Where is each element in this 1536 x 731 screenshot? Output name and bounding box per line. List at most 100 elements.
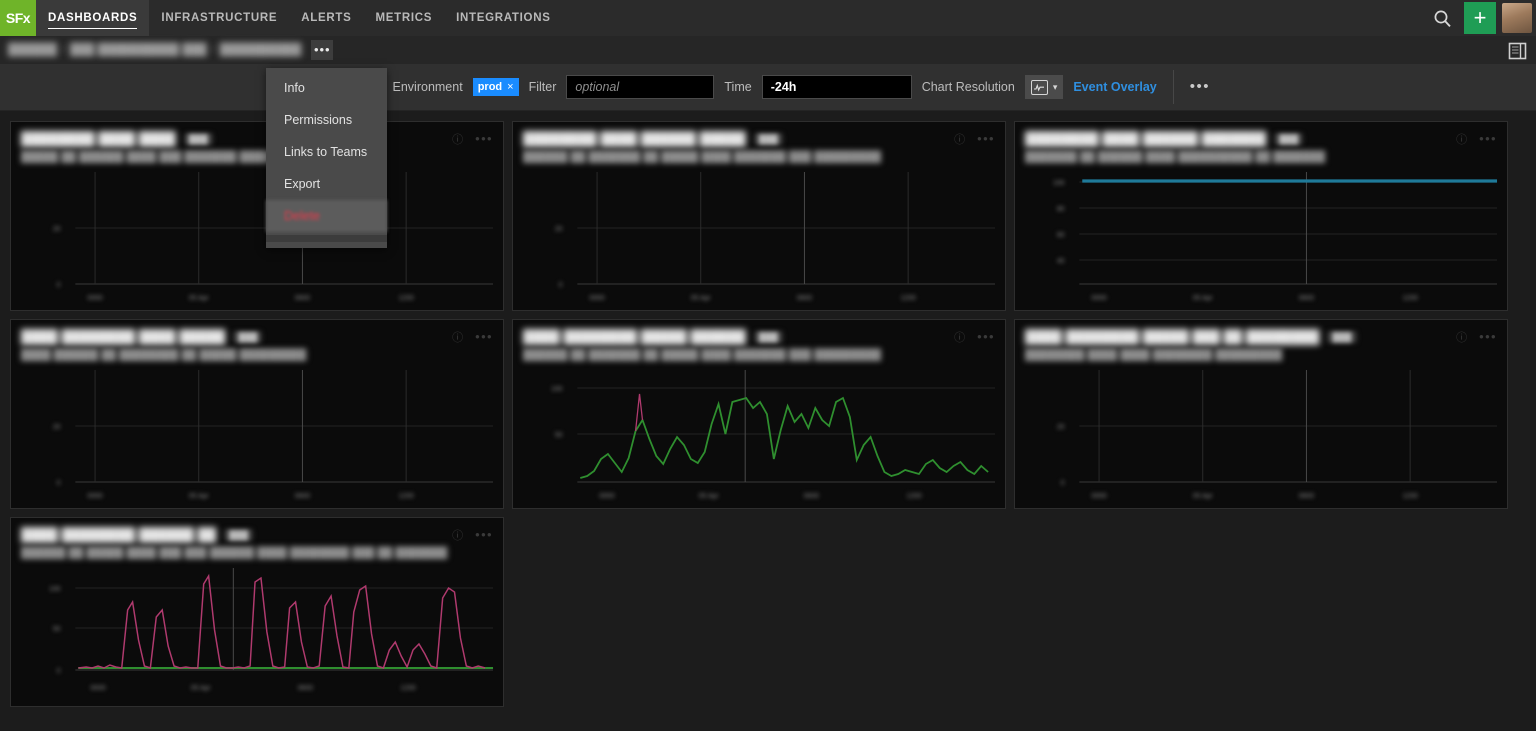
svg-text:0: 0 [57, 282, 61, 289]
add-button[interactable]: + [1464, 2, 1496, 34]
chart-description: ██████ ██ ███████ ██ █████ ████ ███████ … [523, 349, 995, 361]
top-navigation-bar: SFx DASHBOARDS INFRASTRUCTURE ALERTS MET… [0, 0, 1536, 36]
chart-resolution-dropdown[interactable]: ▾ [1025, 75, 1064, 99]
sfx-logo[interactable]: SFx [0, 0, 36, 36]
svg-text:0000: 0000 [87, 493, 102, 500]
chart-menu-button[interactable]: ••• [977, 136, 995, 141]
environment-label: Environment [393, 80, 463, 94]
svg-text:05 Apr: 05 Apr [191, 685, 212, 692]
sidebar-toggle-icon[interactable] [1506, 40, 1528, 61]
svg-text:40: 40 [1057, 258, 1065, 265]
info-icon[interactable]: ⓘ [954, 329, 965, 345]
chart-badge: ███ [754, 331, 783, 343]
chart-description: ██████ ██ █████ ████ ███ ███ ██████ ████… [21, 547, 493, 559]
menu-item-links-to-teams[interactable]: Links to Teams [266, 136, 387, 168]
menu-item-export[interactable]: Export [266, 168, 387, 200]
chart-menu-button[interactable]: ••• [1479, 136, 1497, 141]
filter-label: Filter [529, 80, 557, 94]
svg-text:20: 20 [555, 226, 563, 233]
toolbar-divider [1173, 70, 1174, 104]
nav-item-integrations[interactable]: INTEGRATIONS [444, 0, 562, 36]
info-icon[interactable]: ⓘ [1456, 131, 1467, 147]
chart-plot-area[interactable]: 20 0 0000 05 Apr 0600 1200 [523, 166, 997, 306]
chart-card[interactable]: ████████ ████ ████ ███ ⓘ ••• █████ ██ ██… [10, 121, 504, 311]
chart-resolution-icon [1031, 80, 1048, 95]
chart-card[interactable]: ████ ████████ █████ ██████ ███ ⓘ ••• ███… [512, 319, 1006, 509]
breadcrumb-item-1[interactable]: ███ ██████████ ███ [70, 44, 207, 56]
breadcrumb-item-0[interactable]: ██████ [8, 44, 57, 56]
chart-card-header: ████████ ████ ██████ █████ ███ ⓘ ••• [523, 130, 995, 147]
chart-card[interactable]: ████ ████████ █████ ███ ██ ████████ ███ … [1014, 319, 1508, 509]
chart-card[interactable]: ████ ████████ ████ █████ ███ ⓘ ••• ████ … [10, 319, 504, 509]
svg-text:1200: 1200 [1402, 295, 1417, 302]
chart-card-header: ████ ████████ ████ █████ ███ ⓘ ••• [21, 328, 493, 345]
search-icon[interactable] [1422, 0, 1462, 36]
menu-item-info[interactable]: Info [266, 72, 387, 104]
svg-text:05 Apr: 05 Apr [699, 493, 720, 500]
svg-text:0000: 0000 [1091, 493, 1106, 500]
chart-card[interactable]: ████████ ████ ██████ █████ ███ ⓘ ••• ███… [512, 121, 1006, 311]
menu-item-permissions[interactable]: Permissions [266, 104, 387, 136]
dashboard-context-menu: Info Permissions Links to Teams Export D… [266, 68, 387, 248]
breadcrumb-bar: ██████ / ███ ██████████ ███ / ██████████… [0, 36, 1536, 64]
chart-plot-area[interactable]: 20 0 0000 05 Apr 0600 1200 [1025, 364, 1499, 504]
chart-card-actions: ⓘ ••• [452, 527, 493, 543]
svg-text:0600: 0600 [804, 493, 819, 500]
info-icon[interactable]: ⓘ [452, 131, 463, 147]
time-input[interactable] [762, 75, 912, 99]
info-icon[interactable]: ⓘ [452, 329, 463, 345]
event-overlay-link[interactable]: Event Overlay [1073, 80, 1156, 94]
chart-description: ██████ ██ ███████ ██ █████ ████ ███████ … [523, 151, 995, 163]
chart-menu-button[interactable]: ••• [1479, 334, 1497, 339]
chart-menu-button[interactable]: ••• [977, 334, 995, 339]
chart-menu-button[interactable]: ••• [475, 136, 493, 141]
chart-title: ████ ████████ ████ █████ [21, 329, 225, 344]
breadcrumb-item-2[interactable]: ██████████ [220, 44, 301, 56]
chart-card-header: ████████ ████ ██████ ███████ ███ ⓘ ••• [1025, 130, 1497, 147]
dashboard-menu-button[interactable]: ••• [311, 40, 333, 60]
nav-item-infrastructure[interactable]: INFRASTRUCTURE [149, 0, 289, 36]
chart-plot-area[interactable]: 100 50 0000 05 Apr 0600 1200 [523, 364, 997, 504]
info-icon[interactable]: ⓘ [954, 131, 965, 147]
chart-card-actions: ⓘ ••• [1456, 131, 1497, 147]
chart-badge: ███ [1274, 133, 1303, 145]
chart-plot-area[interactable]: 100 80 60 40 0000 05 Apr 0600 1200 [1025, 166, 1499, 306]
svg-text:0: 0 [1061, 480, 1065, 487]
menu-item-delete[interactable]: Delete [266, 200, 387, 232]
close-icon[interactable]: × [507, 81, 513, 93]
nav-item-alerts[interactable]: ALERTS [289, 0, 363, 36]
chart-menu-button[interactable]: ••• [475, 334, 493, 339]
chart-card-actions: ⓘ ••• [452, 131, 493, 147]
nav-item-metrics[interactable]: METRICS [363, 0, 444, 36]
chart-plot-area[interactable]: 20 0 0000 05 Apr 0600 1200 [21, 166, 495, 306]
chart-card-header: ████ ████████ █████ ███ ██ ████████ ███ … [1025, 328, 1497, 345]
toolbar-more-button[interactable]: ••• [1184, 84, 1216, 90]
svg-text:100: 100 [1053, 180, 1065, 187]
svg-text:20: 20 [53, 226, 61, 233]
chart-title: ████ ████████ █████ ███ ██ ████████ [1025, 329, 1319, 344]
svg-text:05 Apr: 05 Apr [1193, 493, 1214, 500]
svg-text:0600: 0600 [298, 685, 313, 692]
dashboard-chart-grid: ████████ ████ ████ ███ ⓘ ••• █████ ██ ██… [0, 111, 1536, 713]
svg-text:0: 0 [57, 480, 61, 487]
chart-card-header: ████████ ████ ████ ███ ⓘ ••• [21, 130, 493, 147]
filter-input[interactable] [566, 75, 714, 99]
environment-chip-prod[interactable]: prod × [473, 78, 519, 96]
chart-menu-button[interactable]: ••• [475, 532, 493, 537]
nav-item-dashboards[interactable]: DASHBOARDS [36, 0, 149, 36]
chart-badge: ███ [1327, 331, 1356, 343]
info-icon[interactable]: ⓘ [1456, 329, 1467, 345]
info-icon[interactable]: ⓘ [452, 527, 463, 543]
breadcrumb-separator: / [207, 44, 220, 56]
chart-plot-area[interactable]: 20 0 0000 05 Apr 0600 1200 [21, 364, 495, 504]
svg-text:0600: 0600 [295, 295, 310, 302]
svg-text:05 Apr: 05 Apr [1193, 295, 1214, 302]
avatar[interactable] [1502, 3, 1532, 33]
chart-plot-area[interactable]: 100 50 0 0000 05 Apr 0600 1200 [21, 562, 495, 702]
main-nav-items: DASHBOARDS INFRASTRUCTURE ALERTS METRICS… [36, 0, 563, 36]
chart-card[interactable]: ████ ████████ ██████ ██ ███ ⓘ ••• ██████… [10, 517, 504, 707]
svg-text:05 Apr: 05 Apr [189, 295, 210, 302]
svg-text:100: 100 [551, 386, 563, 393]
chart-card[interactable]: ████████ ████ ██████ ███████ ███ ⓘ ••• █… [1014, 121, 1508, 311]
svg-text:1200: 1200 [398, 295, 413, 302]
